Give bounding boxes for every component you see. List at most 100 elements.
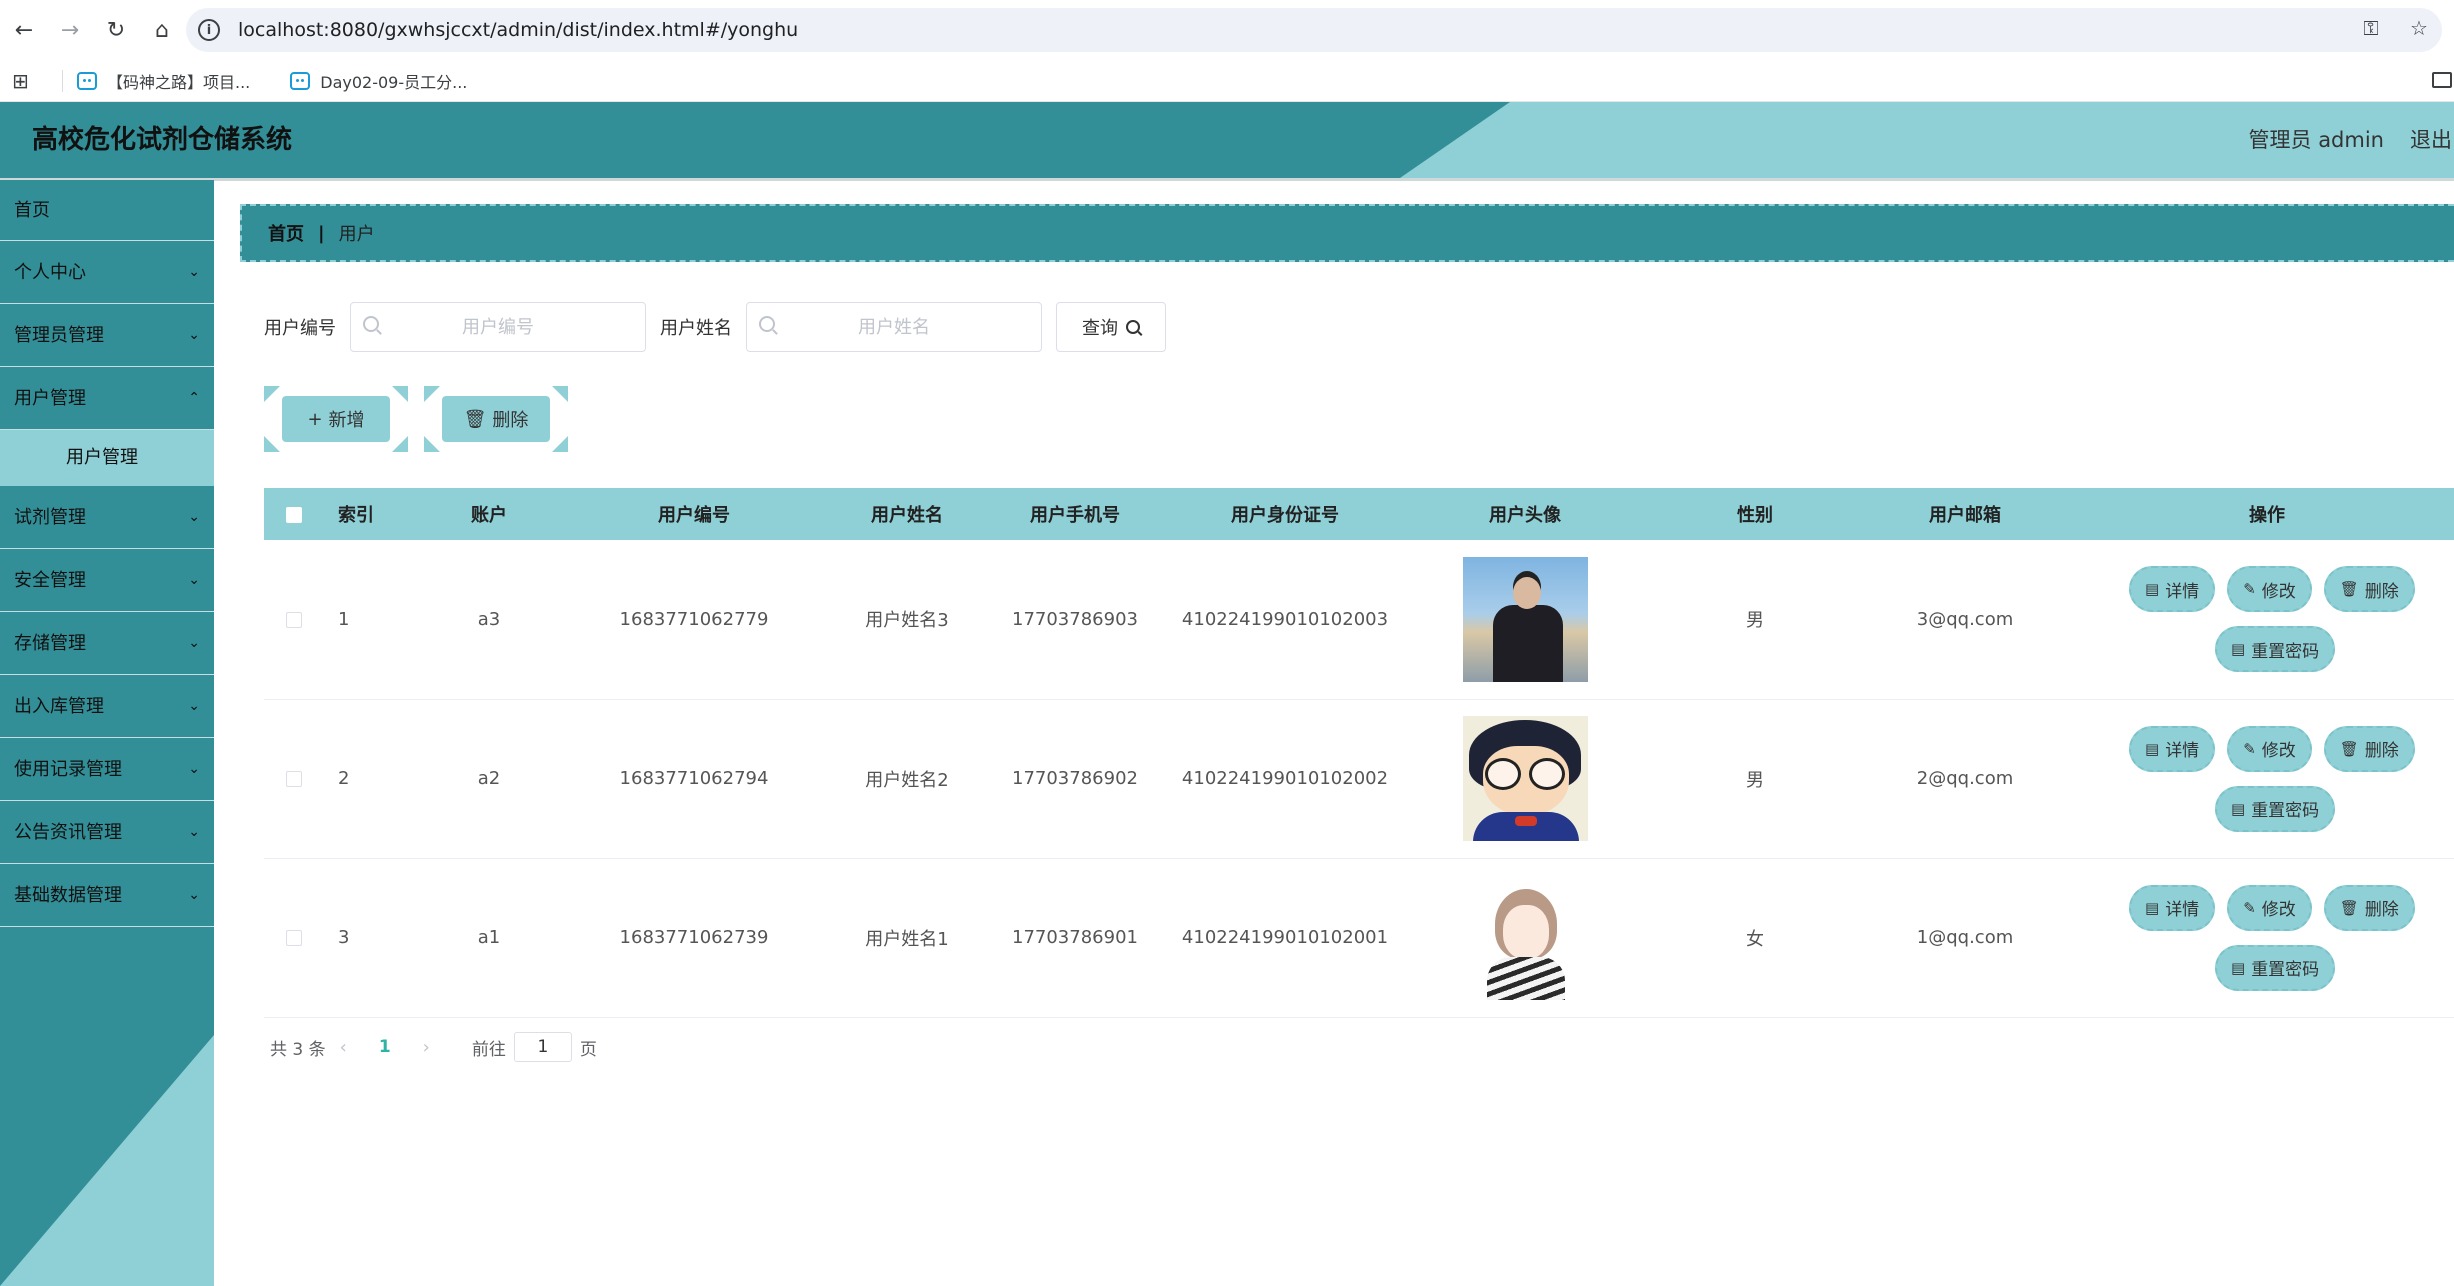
reload-icon[interactable]: ↻ [94, 8, 138, 52]
row-checkbox[interactable] [286, 611, 302, 628]
breadcrumb-home[interactable]: 首页 [268, 220, 304, 246]
pagination: 共 3 条 ‹ 1 › 前往 页 [270, 1030, 597, 1064]
forward-icon[interactable]: → [48, 8, 92, 52]
edit-button-label: 修改 [2261, 900, 2296, 920]
chevron-up-icon: ⌃ [188, 390, 200, 406]
edit-icon: ✎ [2243, 898, 2256, 917]
select-all-checkbox[interactable] [286, 506, 302, 523]
edit-button[interactable]: ✎ 修改 [2227, 884, 2312, 931]
batch-delete-button[interactable]: 🗑 删除 [424, 386, 568, 452]
avatar[interactable] [1462, 556, 1588, 682]
column-header: 操作 [2249, 505, 2285, 526]
sidebar-item-label: 用户管理 [14, 388, 86, 409]
reset-password-button[interactable]: ▤ 重置密码 [2215, 944, 2336, 991]
query-button[interactable]: 查询 [1056, 302, 1166, 352]
breadcrumb-current: 用户 [338, 224, 375, 245]
idcard-cell: 410224199010102001 [1181, 927, 1389, 948]
sidebar-item-announcements[interactable]: 公告资讯管理 ⌄ [0, 801, 214, 864]
avatar[interactable] [1462, 875, 1588, 1000]
row-checkbox[interactable] [286, 930, 302, 946]
document-icon: ▤ [2145, 739, 2160, 758]
next-page-icon[interactable]: › [423, 1037, 430, 1058]
document-icon: ▤ [2145, 580, 2160, 599]
logout-button[interactable]: 退出 [2410, 102, 2454, 178]
sidebar-item-inout[interactable]: 出入库管理 ⌄ [0, 675, 214, 738]
chevron-down-icon: ⌄ [188, 264, 200, 280]
user-no-input[interactable] [351, 303, 645, 351]
address-bar[interactable]: i localhost:8080/gxwhsjccxt/admin/dist/i… [186, 8, 2442, 52]
password-key-icon[interactable]: ⚿ [2358, 16, 2384, 40]
bookmark-star-icon[interactable]: ☆ [2406, 16, 2432, 40]
reset-password-button[interactable]: ▤ 重置密码 [2215, 626, 2336, 673]
button-corner-decoration [264, 386, 280, 402]
sidebar-item-safety[interactable]: 安全管理 ⌄ [0, 549, 214, 612]
button-corner-decoration [552, 436, 568, 452]
chevron-down-icon: ⌄ [188, 698, 200, 714]
sidebar-item-usage-records[interactable]: 使用记录管理 ⌄ [0, 738, 214, 801]
row-select-cell[interactable] [264, 699, 324, 858]
edit-button[interactable]: ✎ 修改 [2227, 566, 2312, 613]
delete-button[interactable]: 🗑 删除 [2323, 725, 2415, 772]
reset-password-button[interactable]: ▤ 重置密码 [2215, 785, 2336, 832]
apps-grid-icon[interactable]: ⊞ [12, 69, 36, 93]
site-info-icon[interactable]: i [198, 19, 220, 41]
back-icon[interactable]: ← [2, 8, 46, 52]
sidebar-item-profile[interactable]: 个人中心 ⌄ [0, 241, 214, 304]
avatar[interactable] [1462, 716, 1588, 841]
delete-button[interactable]: 🗑 删除 [2323, 566, 2415, 613]
user-name-input-wrapper[interactable] [746, 302, 1042, 352]
add-button[interactable]: + 新增 [264, 386, 408, 452]
row-select-cell[interactable] [264, 540, 324, 699]
bookmark-item[interactable]: 【码神之路】项目... [77, 69, 250, 93]
document-icon: ▤ [2145, 898, 2160, 917]
sidebar-item-users[interactable]: 用户管理 ⌃ [0, 367, 214, 430]
column-header: 账户 [471, 505, 507, 526]
delete-button[interactable]: 🗑 删除 [2323, 884, 2415, 931]
sidebar-item-home[interactable]: 首页 [0, 180, 214, 241]
edit-button[interactable]: ✎ 修改 [2227, 725, 2312, 772]
bookmark-item[interactable]: Day02-09-员工分... [290, 69, 467, 93]
all-bookmarks-folder-icon[interactable] [2432, 72, 2452, 88]
page-number-active[interactable]: 1 [379, 1037, 391, 1057]
sidebar-item-reagents[interactable]: 试剂管理 ⌄ [0, 486, 214, 549]
gender-cell: 女 [1746, 928, 1764, 950]
index-cell: 2 [338, 768, 350, 789]
column-header: 用户身份证号 [1231, 505, 1339, 526]
phone-cell: 17703786902 [1012, 768, 1138, 789]
row-checkbox[interactable] [286, 771, 302, 787]
batch-delete-button-body[interactable]: 🗑 删除 [442, 396, 550, 442]
detail-button[interactable]: ▤ 详情 [2129, 884, 2216, 931]
detail-button[interactable]: ▤ 详情 [2129, 725, 2216, 772]
avatar-cell [1390, 699, 1660, 858]
row-select-cell[interactable] [264, 858, 324, 1017]
email-cell: 1@qq.com [1916, 927, 2014, 948]
select-all-cell[interactable] [264, 488, 324, 540]
sidebar-item-label: 存储管理 [14, 633, 86, 654]
search-icon [1126, 320, 1140, 334]
delete-button-label: 删除 [2364, 581, 2399, 602]
detail-button[interactable]: ▤ 详情 [2129, 566, 2216, 613]
chevron-down-icon: ⌄ [188, 327, 200, 343]
user-name-label: 用户姓名 [660, 318, 732, 339]
page-jump-input[interactable] [513, 1032, 572, 1062]
home-icon[interactable]: ⌂ [140, 8, 184, 52]
user-name-cell: 用户姓名1 [865, 928, 949, 950]
user-no-input-wrapper[interactable] [350, 302, 646, 352]
edit-icon: ✎ [2243, 739, 2256, 758]
gender-cell: 男 [1746, 610, 1764, 632]
sidebar-item-label: 使用记录管理 [14, 759, 122, 780]
sidebar-item-storage[interactable]: 存储管理 ⌄ [0, 612, 214, 675]
column-header: 用户邮箱 [1929, 505, 2001, 526]
button-corner-decoration [424, 386, 440, 402]
column-header: 用户手机号 [1030, 505, 1120, 526]
prev-page-icon[interactable]: ‹ [340, 1037, 347, 1058]
url-text[interactable]: localhost:8080/gxwhsjccxt/admin/dist/ind… [238, 19, 798, 41]
user-name-input[interactable] [747, 303, 1041, 351]
trash-icon: 🗑 [463, 408, 487, 430]
add-button-body[interactable]: + 新增 [282, 396, 390, 442]
sidebar-item-admins[interactable]: 管理员管理 ⌄ [0, 304, 214, 367]
phone-cell: 17703786901 [1012, 927, 1138, 948]
sidebar-subitem-user-management[interactable]: 用户管理 [0, 430, 214, 486]
sidebar-item-base-data[interactable]: 基础数据管理 ⌄ [0, 864, 214, 927]
reset-password-button-label: 重置密码 [2251, 960, 2320, 980]
